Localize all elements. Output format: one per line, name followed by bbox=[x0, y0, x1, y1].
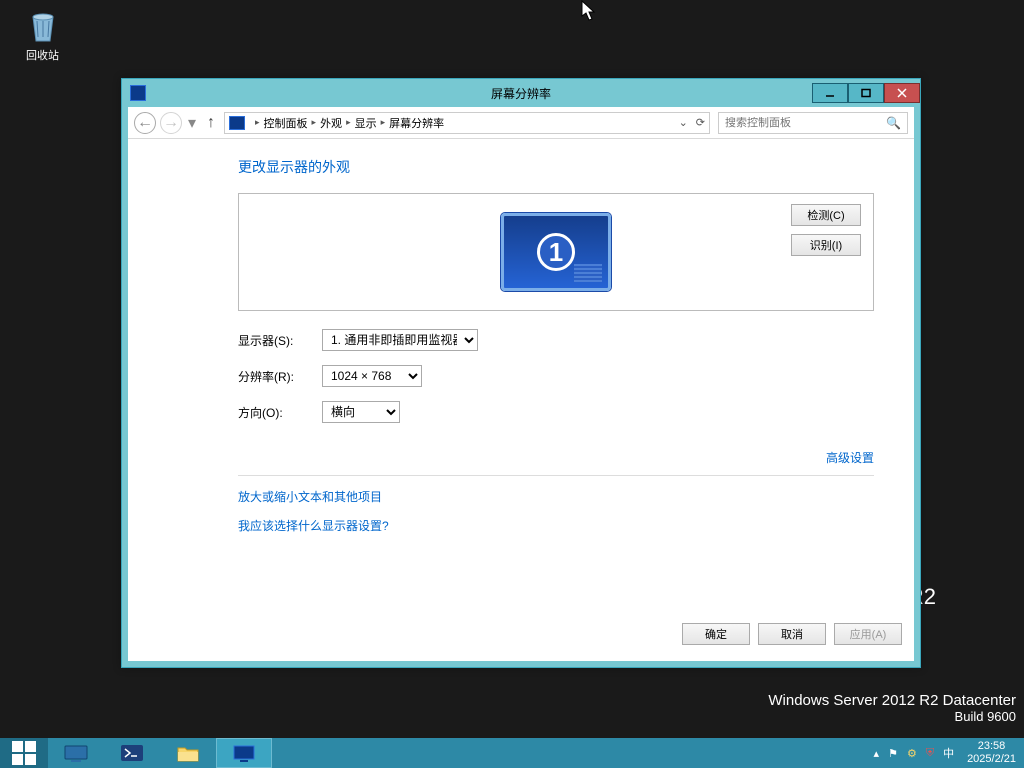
clock[interactable]: 23:58 2025/2/21 bbox=[967, 740, 1016, 766]
monitor-1[interactable]: 1 bbox=[501, 213, 611, 291]
taskbar: ▴ ⚑ ⚙ ⛨ 中 23:58 2025/2/21 bbox=[0, 738, 1024, 768]
refresh-icon[interactable]: ⟳ bbox=[696, 116, 705, 129]
ok-button[interactable]: 确定 bbox=[682, 623, 750, 645]
windows-logo-icon bbox=[12, 741, 36, 765]
which-display-link[interactable]: 我应该选择什么显示器设置? bbox=[238, 517, 874, 534]
window-icon bbox=[130, 85, 146, 101]
forward-button[interactable]: → bbox=[160, 112, 182, 134]
flag-icon[interactable]: ⚑ bbox=[888, 747, 898, 760]
text-size-link[interactable]: 放大或缩小文本和其他项目 bbox=[238, 488, 874, 505]
monitor-preview: 1 检测(C) 识别(I) bbox=[238, 193, 874, 311]
display-label: 显示器(S): bbox=[238, 332, 322, 349]
recycle-bin-label: 回收站 bbox=[15, 47, 70, 63]
search-input[interactable] bbox=[725, 117, 886, 129]
up-button[interactable]: ↑ bbox=[202, 114, 220, 132]
clock-date: 2025/2/21 bbox=[967, 753, 1016, 766]
search-box[interactable]: 🔍 bbox=[718, 112, 908, 134]
resolution-label: 分辨率(R): bbox=[238, 368, 322, 385]
nav-bar: ← → ▾ ↑ ▸ 控制面板 ▸ 外观 ▸ 显示 ▸ 屏幕分辨率 ⌄ ⟳ bbox=[128, 107, 914, 139]
network-icon[interactable]: ⚙ bbox=[907, 747, 917, 760]
breadcrumb-control-panel[interactable]: 控制面板 bbox=[264, 115, 308, 131]
window-title: 屏幕分辨率 bbox=[491, 85, 551, 102]
maximize-button[interactable] bbox=[848, 83, 884, 103]
close-button[interactable] bbox=[884, 83, 920, 103]
apply-button[interactable]: 应用(A) bbox=[834, 623, 902, 645]
breadcrumb-display[interactable]: 显示 bbox=[355, 115, 377, 131]
resolution-window: 屏幕分辨率 ← → ▾ ↑ ▸ 控制面板 ▸ 外观 ▸ 显示 bbox=[121, 78, 921, 668]
clock-time: 23:58 bbox=[967, 740, 1016, 753]
orientation-label: 方向(O): bbox=[238, 404, 322, 421]
breadcrumb-appearance[interactable]: 外观 bbox=[320, 115, 342, 131]
monitor-number: 1 bbox=[537, 233, 575, 271]
taskbar-display-settings[interactable] bbox=[216, 738, 272, 768]
os-watermark: Windows Server 2012 R2 Datacenter Build … bbox=[768, 692, 1016, 724]
back-button[interactable]: ← bbox=[134, 112, 156, 134]
taskbar-powershell[interactable] bbox=[104, 738, 160, 768]
desktop-icon-recycle-bin[interactable]: 回收站 bbox=[15, 5, 70, 63]
security-icon[interactable]: ⛨ bbox=[926, 747, 934, 760]
recycle-bin-icon bbox=[23, 5, 63, 45]
identify-button[interactable]: 识别(I) bbox=[791, 234, 861, 256]
taskbar-explorer[interactable] bbox=[160, 738, 216, 768]
detect-button[interactable]: 检测(C) bbox=[791, 204, 861, 226]
breadcrumb-resolution[interactable]: 屏幕分辨率 bbox=[389, 115, 444, 131]
cancel-button[interactable]: 取消 bbox=[758, 623, 826, 645]
page-heading: 更改显示器的外观 bbox=[238, 157, 874, 177]
search-icon[interactable]: 🔍 bbox=[886, 116, 901, 130]
ime-indicator[interactable]: 中 bbox=[943, 745, 954, 761]
display-select[interactable]: 1. 通用非即插即用监视器 bbox=[322, 329, 478, 351]
orientation-select[interactable]: 横向 bbox=[322, 401, 400, 423]
history-dropdown[interactable]: ▾ bbox=[186, 113, 198, 133]
titlebar[interactable]: 屏幕分辨率 bbox=[122, 79, 920, 107]
advanced-settings-link[interactable]: 高级设置 bbox=[826, 451, 874, 465]
minimize-button[interactable] bbox=[812, 83, 848, 103]
taskbar-server-manager[interactable] bbox=[48, 738, 104, 768]
resolution-select[interactable]: 1024 × 768 bbox=[322, 365, 422, 387]
control-panel-icon bbox=[229, 116, 245, 130]
address-bar[interactable]: ▸ 控制面板 ▸ 外观 ▸ 显示 ▸ 屏幕分辨率 ⌄ ⟳ bbox=[224, 112, 710, 134]
address-dropdown-icon[interactable]: ⌄ bbox=[679, 116, 688, 129]
start-button[interactable] bbox=[0, 738, 48, 768]
tray-overflow-icon[interactable]: ▴ bbox=[874, 747, 880, 760]
